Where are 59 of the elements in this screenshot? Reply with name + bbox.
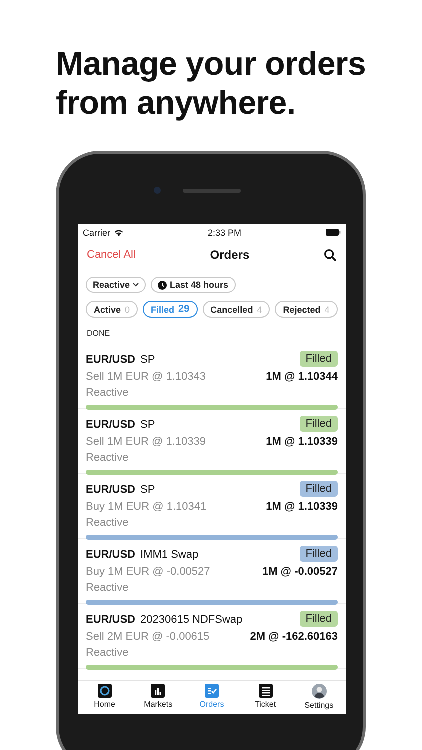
currency-pair: EUR/USD (86, 354, 136, 366)
status-badge: Filled (300, 546, 338, 562)
fill-price: 1M @ 1.10339 (266, 436, 338, 448)
status-badge: Filled (300, 481, 338, 497)
tab-bar-item[interactable]: Markets (134, 684, 182, 709)
filter-tab[interactable]: Active 0 (86, 301, 138, 318)
filter-tab[interactable]: Rejected 4 (275, 301, 338, 318)
checklist-icon (204, 684, 219, 698)
tenor-label: SP (140, 354, 156, 366)
battery-icon (326, 229, 341, 236)
tenor-label: SP (140, 419, 156, 431)
lines-icon (258, 684, 273, 698)
fill-price: 1M @ -0.00527 (262, 566, 338, 578)
tenor-label: IMM1 Swap (140, 549, 199, 561)
section-header: DONE (87, 328, 110, 338)
tenor-label: 20230615 NDFSwap (140, 614, 243, 626)
headline: from anywhere. (56, 83, 297, 122)
status-time: 2:33 PM (208, 228, 242, 238)
currency-pair: EUR/USD (86, 484, 136, 496)
dropdown-filter[interactable]: Reactive (86, 277, 146, 293)
fill-price: 1M @ 1.10339 (266, 501, 338, 513)
carrier-label: Carrier (83, 228, 111, 238)
time-filter[interactable]: Last 48 hours (151, 277, 236, 293)
status-badge: Filled (300, 416, 338, 432)
fill-price: 2M @ -162.60163 (250, 631, 338, 643)
tab-bar-item[interactable]: Home (80, 684, 129, 709)
order-source: Reactive (86, 387, 129, 399)
headline: Manage your orders (56, 44, 368, 83)
order-description: Sell 1M EUR @ 1.10339 (86, 436, 206, 448)
currency-pair: EUR/USD (86, 419, 136, 431)
tab-bar-item[interactable]: Settings (295, 684, 344, 710)
cancel-all-button[interactable]: Cancel All (87, 249, 136, 261)
order-source: Reactive (86, 647, 129, 659)
screen-title: Orders (210, 248, 250, 262)
wifi-icon (114, 228, 124, 236)
camera-icon (154, 187, 161, 194)
status-badge: Filled (300, 611, 338, 627)
chevron-down-icon (133, 283, 140, 287)
order-source: Reactive (86, 452, 129, 464)
tab-bar-item[interactable]: Orders (188, 684, 236, 709)
filter-tab[interactable]: Filled 29 (143, 301, 198, 318)
fill-price: 1M @ 1.10344 (266, 371, 338, 383)
search-icon[interactable] (324, 248, 337, 262)
order-description: Buy 1M EUR @ 1.10341 (86, 501, 207, 513)
currency-pair: EUR/USD (86, 549, 136, 561)
filter-tab[interactable]: Cancelled 4 (202, 301, 270, 318)
tenor-label: SP (140, 484, 156, 496)
order-source: Reactive (86, 517, 129, 529)
status-badge: Filled (300, 351, 338, 367)
order-description: Sell 1M EUR @ 1.10343 (86, 371, 206, 383)
currency-pair: EUR/USD (86, 614, 136, 626)
bar-chart-icon (151, 684, 166, 698)
avatar-icon (312, 684, 327, 699)
order-source: Reactive (86, 582, 129, 594)
clock-icon (158, 280, 168, 290)
home-icon (98, 684, 112, 698)
tab-bar-item[interactable]: Ticket (242, 684, 290, 709)
order-description: Sell 2M EUR @ -0.00615 (86, 631, 210, 643)
order-description: Buy 1M EUR @ -0.00527 (86, 566, 210, 578)
